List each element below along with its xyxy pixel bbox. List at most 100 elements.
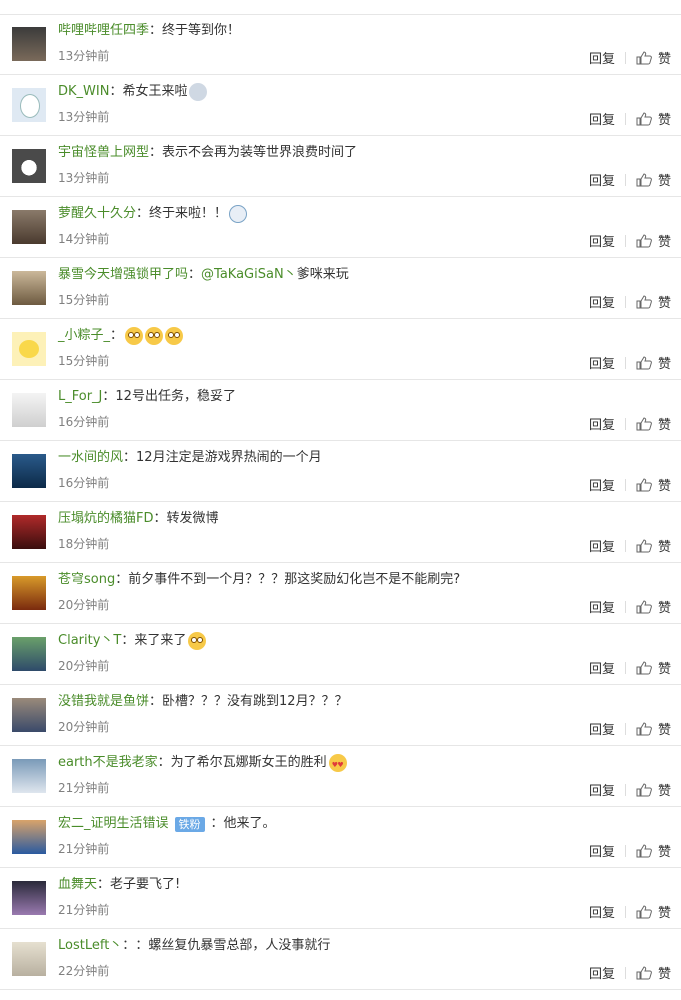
avatar[interactable] (12, 88, 46, 122)
like-button[interactable]: 赞 (658, 48, 671, 67)
comment-username[interactable]: 没错我就是鱼饼 (58, 693, 149, 711)
reply-button[interactable]: 回复 (589, 902, 615, 921)
comment-username[interactable]: DK_WIN (58, 83, 109, 101)
comment-actions: 回复 赞 (589, 902, 671, 921)
divider (624, 173, 626, 186)
comment-item: earth不是我老家：为了希尔瓦娜斯女王的胜利 21分钟前 回复 赞 (0, 746, 681, 807)
comment-username[interactable]: 宇宙怪兽上网型 (58, 144, 149, 162)
thumbs-up-icon[interactable] (636, 477, 652, 492)
divider (624, 905, 626, 918)
comment-text: 希女王来啦 (122, 84, 188, 99)
thumbs-up-icon[interactable] (636, 721, 652, 736)
comment-text: 12月注定是游戏界热闹的一个月 (136, 450, 322, 465)
avatar[interactable] (12, 881, 46, 915)
reply-button[interactable]: 回复 (589, 841, 615, 860)
reply-button[interactable]: 回复 (589, 963, 615, 982)
comment-body: 压塌炕的橘猫FD：转发微博 (58, 510, 219, 528)
thumbs-up-icon[interactable] (636, 233, 652, 248)
comment-username[interactable]: _小粽子_ (58, 327, 110, 345)
comment-body: _小粽子_： (58, 327, 184, 345)
avatar[interactable] (12, 27, 46, 61)
reply-button[interactable]: 回复 (589, 536, 615, 555)
like-button[interactable]: 赞 (658, 597, 671, 616)
comment-text: 为了希尔瓦娜斯女王的胜利 (170, 755, 327, 770)
like-button[interactable]: 赞 (658, 353, 671, 372)
avatar[interactable] (12, 210, 46, 244)
reply-button[interactable]: 回复 (589, 780, 615, 799)
avatar[interactable] (12, 759, 46, 793)
thumbs-up-icon[interactable] (636, 965, 652, 980)
mention-link[interactable]: @TaKaGiSaN丶 (201, 266, 297, 284)
like-button[interactable]: 赞 (658, 963, 671, 982)
thumbs-up-icon[interactable] (636, 843, 652, 858)
reply-button[interactable]: 回复 (589, 597, 615, 616)
comment-item: L_For_J： 12号出任务，稳妥了 16分钟前 回复 赞 (0, 380, 681, 441)
thumbs-up-icon[interactable] (636, 111, 652, 126)
avatar[interactable] (12, 515, 46, 549)
comment-username[interactable]: 一水间的风 (58, 449, 123, 467)
like-button[interactable]: 赞 (658, 902, 671, 921)
thumbs-up-icon[interactable] (636, 172, 652, 187)
thumbs-up-icon[interactable] (636, 782, 652, 797)
thumbs-up-icon[interactable] (636, 904, 652, 919)
like-button[interactable]: 赞 (658, 292, 671, 311)
like-button[interactable]: 赞 (658, 780, 671, 799)
reply-button[interactable]: 回复 (589, 475, 615, 494)
comment-username[interactable]: 血舞天 (58, 876, 97, 894)
comment-username[interactable]: Clarity丶T (58, 632, 121, 650)
like-button[interactable]: 赞 (658, 719, 671, 738)
like-button[interactable]: 赞 (658, 658, 671, 677)
comment-item: DK_WIN：希女王来啦 13分钟前 回复 赞 (0, 75, 681, 136)
thumbs-up-icon[interactable] (636, 599, 652, 614)
avatar[interactable] (12, 942, 46, 976)
reply-button[interactable]: 回复 (589, 353, 615, 372)
comment-username[interactable]: 宏二_证明生活错误 (58, 815, 169, 833)
surprised-emoji-icon (125, 327, 144, 345)
avatar[interactable] (12, 393, 46, 427)
like-button[interactable]: 赞 (658, 231, 671, 250)
like-button[interactable]: 赞 (658, 475, 671, 494)
comment-body: 宏二_证明生活错误 铁粉：他来了。 (58, 815, 276, 833)
reply-button[interactable]: 回复 (589, 292, 615, 311)
reply-button[interactable]: 回复 (589, 170, 615, 189)
like-button[interactable]: 赞 (658, 170, 671, 189)
avatar[interactable] (12, 271, 46, 305)
comment-username[interactable]: 苍穹song (58, 571, 115, 589)
thumbs-up-icon[interactable] (636, 416, 652, 431)
reply-button[interactable]: 回复 (589, 231, 615, 250)
like-button[interactable]: 赞 (658, 109, 671, 128)
like-button[interactable]: 赞 (658, 536, 671, 555)
reply-button[interactable]: 回复 (589, 719, 615, 738)
comment-body: DK_WIN：希女王来啦 (58, 83, 208, 101)
thumbs-up-icon[interactable] (636, 50, 652, 65)
comment-username[interactable]: earth不是我老家 (58, 754, 158, 772)
reply-button[interactable]: 回复 (589, 48, 615, 67)
avatar[interactable] (12, 332, 46, 366)
like-button[interactable]: 赞 (658, 414, 671, 433)
comment-username[interactable]: 萝醒久十久分 (58, 205, 136, 223)
thumbs-up-icon[interactable] (636, 355, 652, 370)
thumbs-up-icon[interactable] (636, 660, 652, 675)
comment-username[interactable]: 压塌炕的橘猫FD (58, 510, 154, 528)
reply-button[interactable]: 回复 (589, 109, 615, 128)
reply-button[interactable]: 回复 (589, 414, 615, 433)
divider (624, 234, 626, 247)
reply-button[interactable]: 回复 (589, 658, 615, 677)
avatar[interactable] (12, 637, 46, 671)
comment-username[interactable]: LostLeft丶 (58, 937, 122, 955)
comment-username[interactable]: 哔哩哔哩任四季 (58, 22, 149, 40)
thumbs-up-icon[interactable] (636, 538, 652, 553)
comment-time: 13分钟前 (58, 49, 110, 63)
comment-body: 一水间的风： 12月注定是游戏界热闹的一个月 (58, 449, 322, 467)
comment-body: 萝醒久十久分：终于来啦！！ (58, 205, 248, 223)
comment-username[interactable]: L_For_J (58, 388, 102, 406)
like-button[interactable]: 赞 (658, 841, 671, 860)
avatar[interactable] (12, 698, 46, 732)
thumbs-up-icon[interactable] (636, 294, 652, 309)
avatar[interactable] (12, 454, 46, 488)
comment-username[interactable]: 暴雪今天增强锁甲了吗 (58, 266, 188, 284)
comment-text: 卧槽？？？没有跳到12月？？？ (162, 694, 348, 709)
avatar[interactable] (12, 820, 46, 854)
avatar[interactable] (12, 149, 46, 183)
avatar[interactable] (12, 576, 46, 610)
